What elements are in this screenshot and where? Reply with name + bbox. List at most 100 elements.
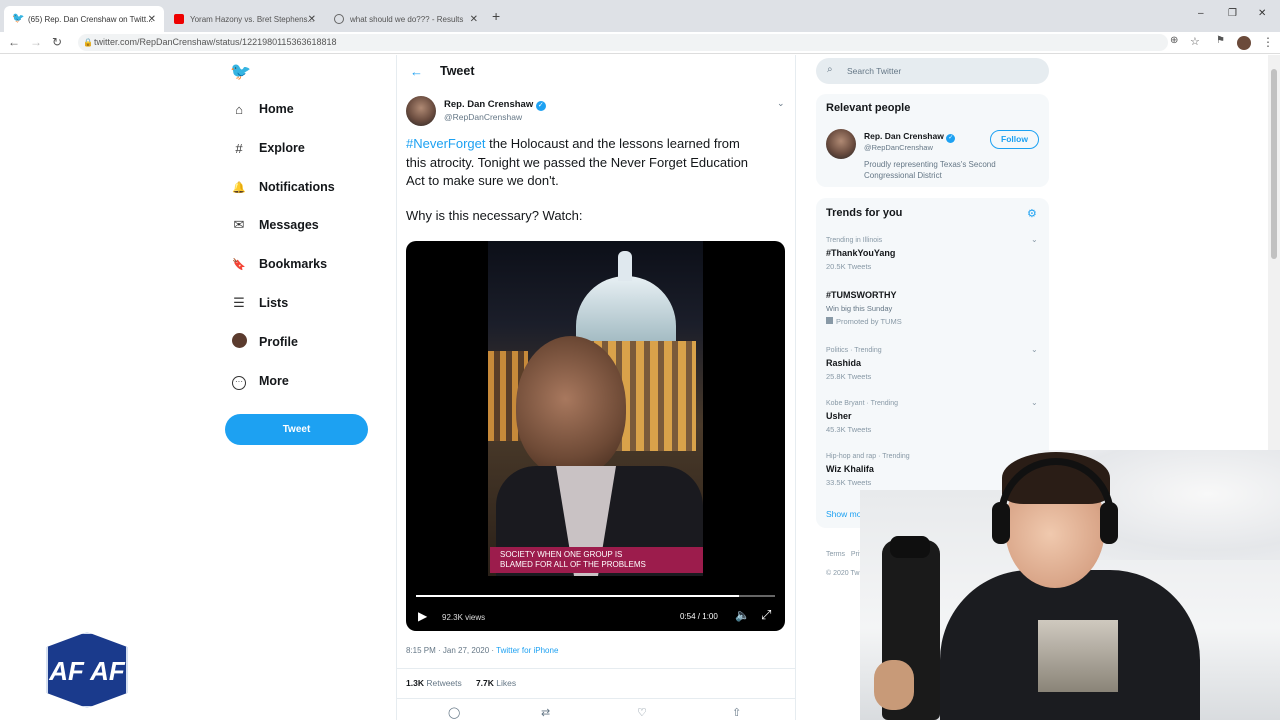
retweet-icon[interactable]: ⇄ [541, 706, 550, 719]
tab-title: what should we do??? - Results [350, 14, 464, 24]
relevant-bio: Proudly representing Texas's Second Cong… [864, 160, 996, 180]
close-tab-icon[interactable]: ✕ [308, 14, 316, 25]
trends-title: Trends for you [826, 207, 903, 219]
video-progress-track[interactable] [416, 595, 775, 597]
close-window-button[interactable]: ✕ [1258, 8, 1266, 19]
home-icon: ⌂ [235, 101, 243, 117]
relevant-name[interactable]: Rep. Dan Crenshaw ✓ [864, 131, 956, 143]
envelope-icon: ✉ [233, 217, 245, 232]
fullscreen-icon[interactable]: ⤢ [761, 607, 771, 623]
relevant-people-title: Relevant people [826, 102, 911, 114]
headphone-right [1100, 502, 1118, 544]
chevron-down-icon[interactable]: ⌄ [1031, 235, 1038, 244]
scrollbar-thumb[interactable] [1271, 69, 1277, 259]
settings-gear-icon[interactable]: ⚙ [1027, 207, 1037, 220]
browser-toolbar: ← → ↻ 🔒 twitter.com/RepDanCrenshaw/statu… [0, 32, 1280, 54]
bell-icon: 🔔 [232, 181, 246, 194]
lock-icon: 🔒 [83, 38, 93, 47]
extension-icon[interactable]: ⊕ [1170, 35, 1178, 46]
star-icon[interactable]: ☆ [1190, 35, 1200, 48]
browser-tab-results[interactable]: what should we do??? - Results ✕ [326, 6, 486, 32]
nav-label: Messages [259, 218, 319, 232]
verified-badge-icon: ✓ [535, 101, 546, 111]
reload-icon[interactable]: ↻ [52, 35, 62, 49]
url-text: twitter.com/RepDanCrenshaw/status/122198… [94, 37, 337, 47]
hashtag-icon: # [235, 140, 243, 156]
chevron-down-icon[interactable]: ⌄ [777, 98, 785, 109]
browser-tab-youtube[interactable]: Yoram Hazony vs. Bret Stephens... ✕ [166, 6, 324, 32]
back-arrow-icon[interactable]: ← [8, 35, 20, 49]
globe-favicon-icon [334, 14, 344, 24]
trend-item[interactable]: Trending in Illinois #ThankYouYang 20.5K… [826, 237, 895, 271]
nav-item-lists[interactable]: ☰ Lists [230, 292, 288, 314]
share-icon[interactable]: ⇧ [732, 706, 741, 719]
chevron-down-icon[interactable]: ⌄ [1031, 398, 1038, 407]
relevant-handle[interactable]: @RepDanCrenshaw [864, 143, 933, 152]
nav-label: More [259, 374, 289, 388]
tweet-button[interactable]: Tweet [225, 414, 368, 445]
chevron-down-icon[interactable]: ⌄ [1031, 345, 1038, 354]
forward-arrow-icon[interactable]: → [30, 35, 42, 49]
video-player[interactable]: SOCIETY WHEN ONE GROUP IS BLAMED FOR ALL… [406, 241, 785, 631]
browser-tab-twitter[interactable]: 🐦 (65) Rep. Dan Crenshaw on Twitt... ✕ [4, 6, 164, 32]
reply-icon[interactable]: ◯ [448, 706, 460, 719]
nav-label: Home [259, 102, 294, 116]
tweet-timestamp: 8:15 PM · Jan 27, 2020 · Twitter for iPh… [406, 646, 559, 655]
nav-item-explore[interactable]: # Explore [230, 137, 305, 159]
new-tab-button[interactable]: + [492, 8, 500, 24]
tweet-text-watch: Why is this necessary? Watch: [406, 208, 583, 223]
extensions-icon[interactable]: ⚑ [1216, 35, 1225, 46]
nav-item-bookmarks[interactable]: 🔖 Bookmarks [230, 253, 327, 275]
menu-kebab-icon[interactable]: ⋮ [1262, 35, 1274, 49]
capitol-cupola [618, 251, 632, 281]
nav-item-profile[interactable]: Profile [230, 331, 298, 353]
profile-avatar-icon[interactable] [1237, 36, 1251, 50]
nav-label: Explore [259, 141, 305, 155]
trend-item-promoted[interactable]: #TUMSWORTHY Win big this Sunday Promoted… [826, 290, 902, 326]
page-title: Tweet [440, 64, 475, 78]
maximize-button[interactable]: ❐ [1228, 8, 1237, 19]
divider [396, 668, 796, 669]
like-count[interactable]: 7.7K [476, 678, 494, 688]
nav-label: Profile [259, 335, 298, 349]
tweet-stats: 1.3K Retweets 7.7K Likes [406, 678, 517, 688]
close-tab-icon[interactable]: ✕ [148, 14, 156, 25]
browser-tab-bar: 🐦 (65) Rep. Dan Crenshaw on Twitt... ✕ Y… [0, 0, 1280, 32]
speaker-head [516, 336, 626, 476]
nav-item-home[interactable]: ⌂ Home [230, 98, 294, 120]
hashtag-link[interactable]: #NeverForget [406, 136, 485, 151]
follow-button[interactable]: Follow [990, 130, 1039, 149]
retweet-count[interactable]: 1.3K [406, 678, 424, 688]
verified-badge-icon: ✓ [946, 134, 956, 143]
hoodie-print [1038, 620, 1118, 692]
video-caption: SOCIETY WHEN ONE GROUP IS BLAMED FOR ALL… [490, 547, 703, 573]
trend-item[interactable]: Kobe Bryant · Trending Usher 45.3K Tweet… [826, 400, 898, 434]
nav-item-notifications[interactable]: 🔔 Notifications [230, 176, 335, 198]
author-avatar[interactable] [406, 96, 436, 126]
more-icon: ··· [230, 372, 248, 390]
twitter-bird-logo-icon[interactable]: 🐦 [230, 62, 251, 82]
nav-item-messages[interactable]: ✉ Messages [230, 214, 319, 236]
bookmark-icon: 🔖 [232, 258, 246, 271]
play-icon[interactable]: ▶ [418, 609, 427, 623]
nav-item-more[interactable]: ··· More [230, 370, 289, 392]
close-tab-icon[interactable]: ✕ [470, 14, 478, 25]
youtube-favicon-icon [174, 14, 184, 24]
trend-item[interactable]: Politics · Trending Rashida 25.8K Tweets [826, 347, 882, 381]
video-time: 0:54 / 1:00 [680, 612, 718, 621]
search-placeholder: Search Twitter [847, 66, 902, 76]
search-icon: ⌕ [827, 64, 833, 75]
source-link[interactable]: Twitter for iPhone [496, 646, 558, 655]
like-heart-icon[interactable]: ♡ [637, 706, 647, 719]
video-progress-fill [416, 595, 740, 597]
nav-label: Bookmarks [259, 257, 328, 271]
search-input[interactable]: ⌕ Search Twitter [816, 58, 1049, 84]
author-handle[interactable]: @RepDanCrenshaw [444, 112, 522, 122]
af-logo: AF AF [46, 632, 128, 708]
author-name[interactable]: Rep. Dan Crenshaw ✓ [444, 99, 546, 111]
volume-icon[interactable]: 🔈 [735, 608, 750, 622]
relevant-avatar[interactable] [826, 129, 856, 159]
address-bar[interactable]: 🔒 twitter.com/RepDanCrenshaw/status/1221… [78, 34, 1168, 51]
minimize-button[interactable]: – [1198, 8, 1204, 19]
back-arrow-icon[interactable]: ← [410, 64, 423, 79]
